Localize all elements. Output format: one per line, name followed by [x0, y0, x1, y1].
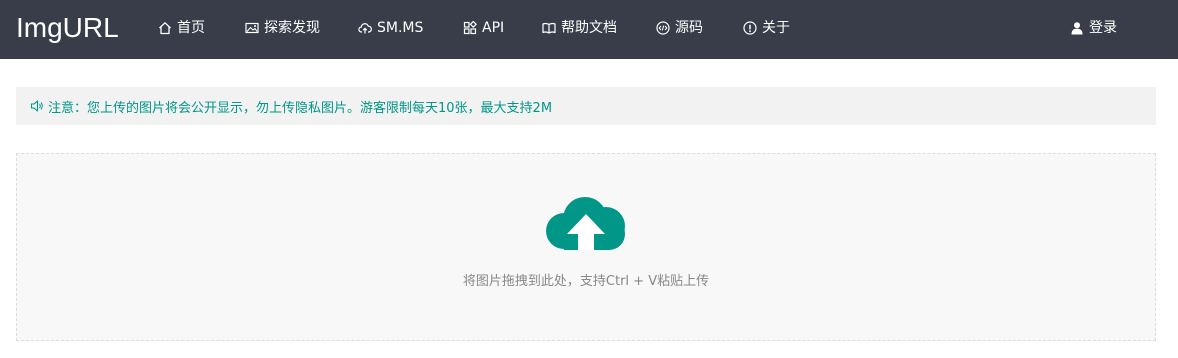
notice-text: 注意：您上传的图片将会公开显示，勿上传隐私图片。游客限制每天10张，最大支持2M [48, 100, 553, 116]
nav-item-api-label: API [482, 20, 505, 36]
home-icon [158, 21, 172, 35]
image-icon [245, 21, 259, 35]
nav-item-explore[interactable]: 探索发现 [245, 18, 320, 38]
nav-item-smms[interactable]: SM.MS [358, 18, 423, 38]
cloud-upload-icon [545, 195, 627, 253]
upload-hint: 将图片拖拽到此处，支持Ctrl + V粘贴上传 [462, 274, 710, 289]
notice-banner: 注意：您上传的图片将会公开显示，勿上传隐私图片。游客限制每天10张，最大支持2M [16, 87, 1156, 125]
upload-dropzone[interactable]: 将图片拖拽到此处，支持Ctrl + V粘贴上传 [16, 153, 1156, 341]
code-icon [656, 21, 670, 35]
book-icon [542, 21, 556, 35]
info-icon [743, 21, 757, 35]
brand-logo[interactable]: ImgURL [16, 11, 119, 45]
login-button[interactable]: 登录 [1070, 18, 1117, 38]
nav-item-source[interactable]: 源码 [656, 18, 703, 38]
nav-item-smms-label: SM.MS [377, 20, 424, 36]
nav-item-home-label: 首页 [177, 20, 205, 36]
speaker-icon [30, 99, 44, 113]
nav-item-home[interactable]: 首页 [158, 18, 205, 38]
login-button-label: 登录 [1089, 20, 1117, 36]
nav-item-help-label: 帮助文档 [561, 20, 617, 36]
nav-item-about[interactable]: 关于 [743, 18, 790, 38]
top-navbar: ImgURL 首页 探索发现 SM.MS API 帮助文档 源码 关于 登录 [0, 0, 1178, 59]
app-grid-icon [463, 21, 477, 35]
nav-item-source-label: 源码 [675, 20, 703, 36]
nav-item-explore-label: 探索发现 [264, 20, 320, 36]
nav-item-api[interactable]: API [463, 18, 504, 38]
nav-item-about-label: 关于 [762, 20, 790, 36]
user-icon [1070, 21, 1084, 35]
nav-item-help[interactable]: 帮助文档 [542, 18, 617, 38]
cloud-upload-icon [358, 21, 372, 35]
